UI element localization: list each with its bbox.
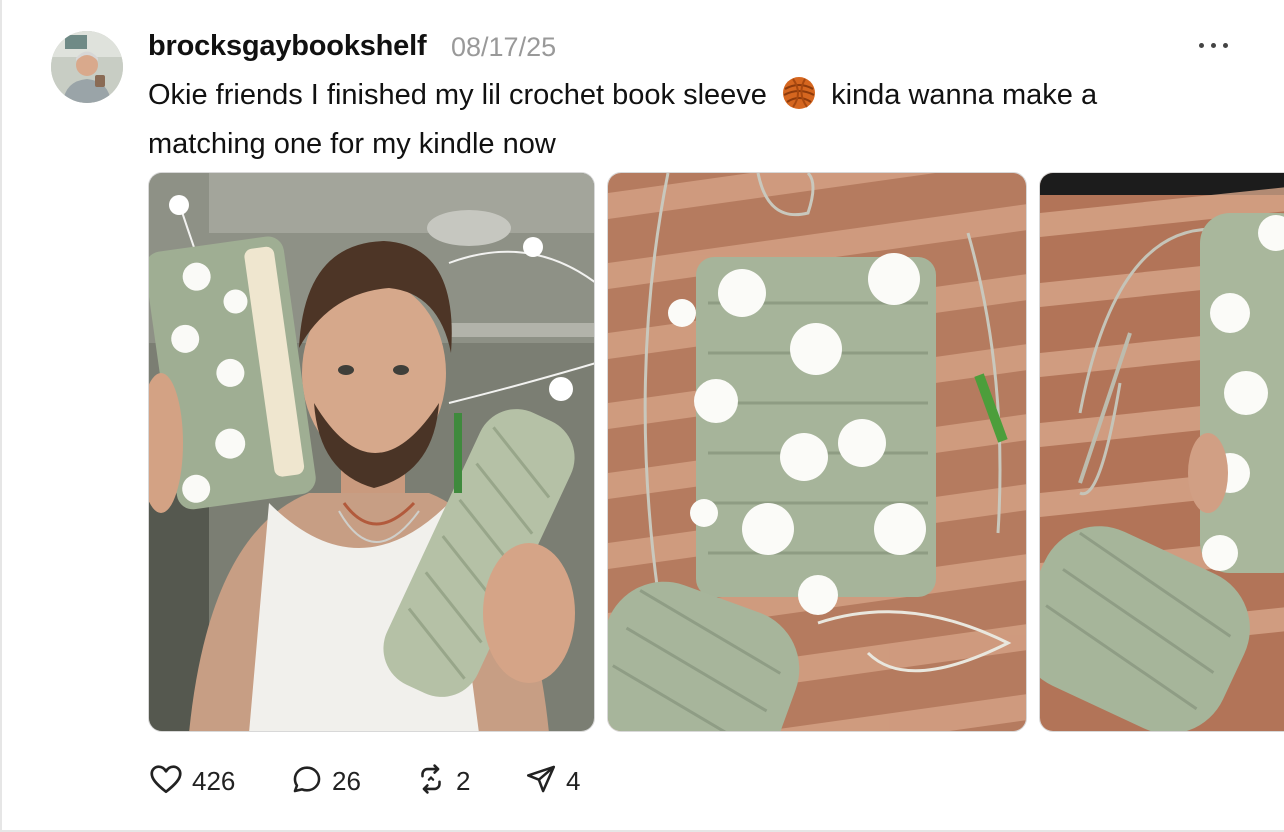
- photo-1[interactable]: [148, 172, 595, 732]
- photo-2[interactable]: [607, 172, 1027, 732]
- more-icon[interactable]: [1196, 34, 1232, 56]
- share-count: 4: [566, 765, 581, 796]
- repost-icon: [414, 762, 448, 801]
- like-button[interactable]: 426: [148, 760, 235, 802]
- repost-count: 2: [456, 765, 471, 796]
- share-button[interactable]: 4: [524, 760, 580, 802]
- post-date[interactable]: 08/17/25: [451, 31, 556, 63]
- photo-3[interactable]: [1039, 172, 1284, 732]
- share-icon: [524, 762, 558, 801]
- post-text: Okie friends I finished my lil crochet b…: [148, 74, 1208, 165]
- like-count: 426: [192, 765, 236, 796]
- yarn-emoji: [781, 75, 817, 123]
- comment-button[interactable]: 26: [290, 760, 361, 802]
- username[interactable]: brocksgaybookshelf: [148, 30, 427, 62]
- comment-icon: [290, 762, 324, 801]
- avatar[interactable]: [51, 31, 123, 103]
- comment-count: 26: [332, 765, 361, 796]
- repost-button[interactable]: 2: [414, 760, 470, 802]
- image-carousel[interactable]: [148, 172, 1284, 732]
- post-text-before: Okie friends I finished my lil crochet b…: [148, 79, 767, 111]
- heart-icon: [148, 761, 184, 802]
